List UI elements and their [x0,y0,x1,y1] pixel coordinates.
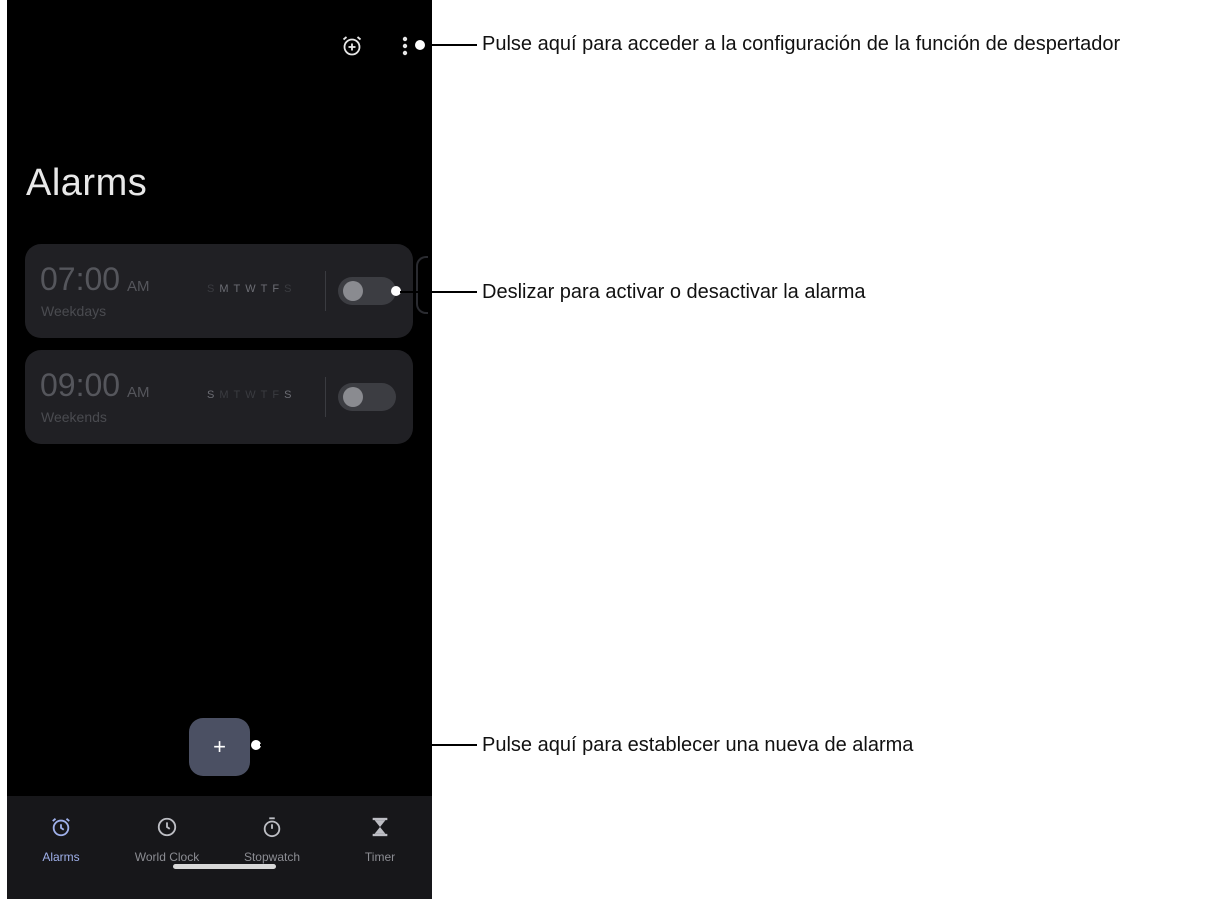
nav-label: World Clock [134,850,200,864]
hourglass-icon [372,817,388,837]
phone-screen: Alarms 07:00 AM Weekdays S M T W T F S 0… [7,0,432,899]
page-title: Alarms [26,162,148,204]
nav-item-stopwatch[interactable]: Stopwatch [222,816,322,864]
home-indicator [173,864,276,869]
more-vertical-icon [402,36,408,56]
alarm-time: 07:00 [40,261,121,297]
day-sat: S [284,283,292,295]
alarm-ampm: AM [127,278,150,295]
callout-new-alarm: Pulse aquí para establecer una nueva de … [482,734,914,756]
nav-item-world-clock[interactable]: World Clock [117,816,217,864]
alarm-card[interactable]: 09:00 AM Weekends S M T W T F S [25,350,413,444]
callout-line [425,44,477,46]
day-mon: M [219,389,229,401]
callout-settings: Pulse aquí para acceder a la configuraci… [482,33,1121,55]
stopwatch-icon [263,817,281,838]
alarm-label: Weekdays [41,303,107,319]
nav-item-timer[interactable]: Timer [330,816,430,864]
divider [325,271,326,311]
day-wed: W [245,283,256,295]
day-sun: S [207,389,215,401]
toggle-knob [343,281,363,301]
day-thu: T [260,283,268,295]
nav-label: Timer [364,850,396,864]
alarm-clock-icon [52,818,70,837]
callout-dot [415,40,425,50]
more-options-button[interactable] [395,32,415,60]
alarm-card[interactable]: 07:00 AM Weekdays S M T W T F S [25,244,413,338]
alarm-label: Weekends [41,409,107,425]
alarm-time: 09:00 [40,367,121,403]
bottom-nav: Alarms World Clock Stopwatch Timer [7,796,432,899]
day-tue: T [233,389,241,401]
day-tue: T [233,283,241,295]
swipe-edge-indicator [416,256,428,314]
alarm-toggle[interactable] [338,277,396,305]
callout-line [260,744,477,746]
callout-toggle: Deslizar para activar o desactivar la al… [482,281,866,303]
day-sun: S [207,283,215,295]
alarm-days: S M T W T F S [207,389,291,401]
alarm-add-icon [342,36,362,56]
nav-label: Stopwatch [243,850,301,864]
plus-icon: + [213,734,226,759]
day-wed: W [245,389,256,401]
divider [325,377,326,417]
add-alarm-button[interactable] [338,32,366,60]
day-fri: F [272,389,280,401]
nav-label: Alarms [42,850,80,864]
day-sat: S [284,389,292,401]
callout-line [400,291,477,293]
toggle-knob [343,387,363,407]
alarm-toggle[interactable] [338,383,396,411]
add-alarm-fab[interactable]: + [189,718,250,776]
alarm-days: S M T W T F S [207,283,291,295]
day-fri: F [272,283,280,295]
day-thu: T [260,389,268,401]
nav-item-alarms[interactable]: Alarms [11,816,111,864]
clock-icon [157,817,177,837]
day-mon: M [219,283,229,295]
alarm-ampm: AM [127,384,150,401]
